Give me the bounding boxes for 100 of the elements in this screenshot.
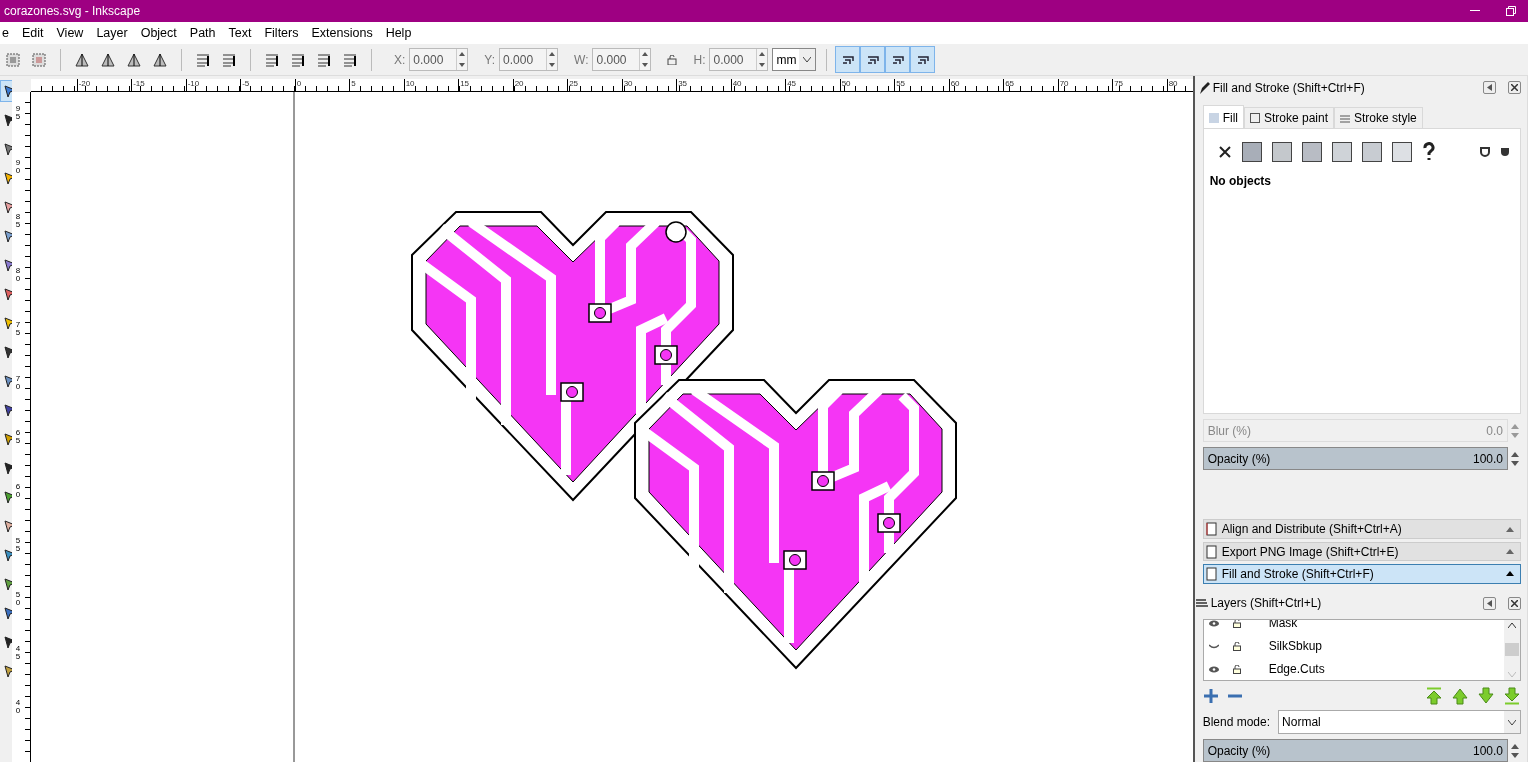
- ruler-label: 0: [294, 79, 350, 91]
- caret-up-icon[interactable]: [1511, 743, 1519, 749]
- panel-title: Layers (Shift+Ctrl+L): [1210, 596, 1323, 611]
- ruler-label: 80: [1166, 79, 1180, 91]
- number-field[interactable]: 0.000: [499, 48, 559, 71]
- caret-up-icon[interactable]: [1511, 451, 1519, 457]
- collapse-button[interactable]: [1483, 596, 1496, 610]
- scrollbar[interactable]: [1504, 619, 1520, 680]
- closed-eye-icon[interactable]: [1208, 642, 1219, 650]
- snap-button[interactable]: [835, 46, 861, 73]
- tab[interactable]: Stroke paint: [1244, 107, 1335, 130]
- ruler-label: 75: [15, 321, 21, 339]
- menu-item[interactable]: View: [51, 26, 92, 40]
- document-icon: [1205, 544, 1218, 559]
- menu-item[interactable]: e: [0, 26, 17, 40]
- dock-bar[interactable]: Export PNG Image (Shift+Ctrl+E): [1202, 541, 1521, 562]
- paint-swatch-icon[interactable]: [1361, 142, 1382, 163]
- minimize-icon[interactable]: [1470, 10, 1480, 12]
- ruler-label: 65: [15, 429, 21, 447]
- close-button[interactable]: [1508, 81, 1521, 95]
- number-field[interactable]: 0.000: [709, 48, 769, 71]
- menu-item[interactable]: Help: [380, 26, 420, 40]
- dock-bar[interactable]: Fill and Stroke (Shift+Ctrl+F): [1202, 564, 1521, 584]
- arrow-down-icon[interactable]: [1477, 687, 1495, 706]
- close-button[interactable]: [1508, 596, 1521, 610]
- ruler-label: 40: [15, 699, 21, 717]
- document-icon: [1205, 522, 1218, 537]
- align-icon[interactable]: [316, 51, 332, 68]
- caret-up-icon[interactable]: [549, 52, 556, 57]
- layers-icon: [1194, 597, 1209, 610]
- caret-down-icon[interactable]: [803, 57, 812, 62]
- menu-item[interactable]: Path: [184, 26, 224, 40]
- caret-up-icon[interactable]: [1506, 571, 1514, 577]
- flip-icon[interactable]: [126, 51, 142, 68]
- number-field[interactable]: 0.000: [592, 48, 652, 71]
- arrow-up-icon[interactable]: [1425, 687, 1443, 706]
- ruler-label: 95: [15, 105, 21, 123]
- align-icon[interactable]: [290, 51, 306, 68]
- menu-item[interactable]: Extensions: [306, 26, 381, 40]
- align-icon[interactable]: [264, 51, 280, 68]
- caret-up-icon[interactable]: [459, 52, 466, 57]
- close-icon: [1511, 599, 1518, 607]
- arrow-down-icon[interactable]: [1503, 687, 1521, 706]
- caret-down-icon[interactable]: [759, 62, 766, 67]
- flip-icon[interactable]: [152, 51, 168, 68]
- caret-down-icon[interactable]: [642, 62, 649, 67]
- shield-icon[interactable]: [1480, 147, 1490, 158]
- blend-dropdown[interactable]: Normal: [1278, 710, 1521, 734]
- tab[interactable]: Fill: [1202, 105, 1244, 130]
- question-icon[interactable]: [1421, 142, 1436, 163]
- caret-down-icon[interactable]: [1511, 752, 1519, 758]
- flip-icon[interactable]: [74, 51, 90, 68]
- paint-swatch-icon[interactable]: [1271, 142, 1292, 163]
- caret-down-icon[interactable]: [549, 62, 556, 67]
- caret-up-icon[interactable]: [1508, 622, 1516, 628]
- menu-item[interactable]: Object: [135, 26, 185, 40]
- tab[interactable]: Stroke style: [1334, 107, 1423, 130]
- align-icon[interactable]: [195, 51, 211, 68]
- paint-swatch-icon[interactable]: [1301, 142, 1322, 163]
- dock-bar[interactable]: Align and Distribute (Shift+Ctrl+A): [1202, 519, 1521, 539]
- eye-icon[interactable]: [1208, 665, 1219, 673]
- snap-button[interactable]: [885, 46, 911, 73]
- snap-button[interactable]: [910, 46, 936, 73]
- caret-down-icon[interactable]: [459, 62, 466, 67]
- shield-icon[interactable]: [1500, 147, 1510, 158]
- menu-item[interactable]: Filters: [259, 26, 307, 40]
- lock-icon[interactable]: [667, 54, 678, 65]
- number-field[interactable]: 0.000: [409, 48, 469, 71]
- lock-icon[interactable]: [1232, 664, 1241, 674]
- layer-name[interactable]: SilkSbkup: [1268, 639, 1323, 654]
- lock-icon[interactable]: [1232, 641, 1241, 651]
- plus-icon[interactable]: [1202, 688, 1219, 705]
- lock-icon[interactable]: [1232, 619, 1241, 628]
- menu-item[interactable]: Edit: [16, 26, 52, 40]
- snap-button[interactable]: [860, 46, 886, 73]
- ruler-label: 45: [785, 79, 840, 91]
- close-icon[interactable]: [1217, 145, 1232, 160]
- caret-up-icon[interactable]: [759, 52, 766, 57]
- align-icon[interactable]: [221, 51, 237, 68]
- paint-swatch-icon[interactable]: [1241, 142, 1262, 163]
- ruler-label: 55: [894, 79, 949, 91]
- unit-dropdown[interactable]: mm: [772, 48, 817, 71]
- align-icon[interactable]: [342, 51, 358, 68]
- menu-item[interactable]: Layer: [91, 26, 136, 40]
- opacity-slider[interactable]: Opacity (%) 100.0: [1202, 447, 1508, 471]
- arrow-up-icon[interactable]: [1451, 687, 1469, 706]
- opacity-slider[interactable]: Opacity (%) 100.0: [1202, 739, 1508, 762]
- caret-down-icon[interactable]: [1511, 460, 1519, 466]
- caret-up-icon[interactable]: [642, 52, 649, 57]
- restore-icon[interactable]: [1506, 6, 1516, 16]
- paint-swatch-icon[interactable]: [1391, 142, 1412, 163]
- paint-swatch-icon[interactable]: [1331, 142, 1352, 163]
- stroke-icon: [1250, 113, 1260, 124]
- layer-name[interactable]: Edge.Cuts: [1268, 662, 1325, 677]
- caret-down-icon[interactable]: [1508, 719, 1516, 725]
- collapse-button[interactable]: [1483, 81, 1496, 95]
- scrollbar-thumb[interactable]: [1505, 643, 1519, 657]
- flip-icon[interactable]: [100, 51, 116, 68]
- menu-item[interactable]: Text: [223, 26, 260, 40]
- eye-icon[interactable]: [1208, 619, 1219, 627]
